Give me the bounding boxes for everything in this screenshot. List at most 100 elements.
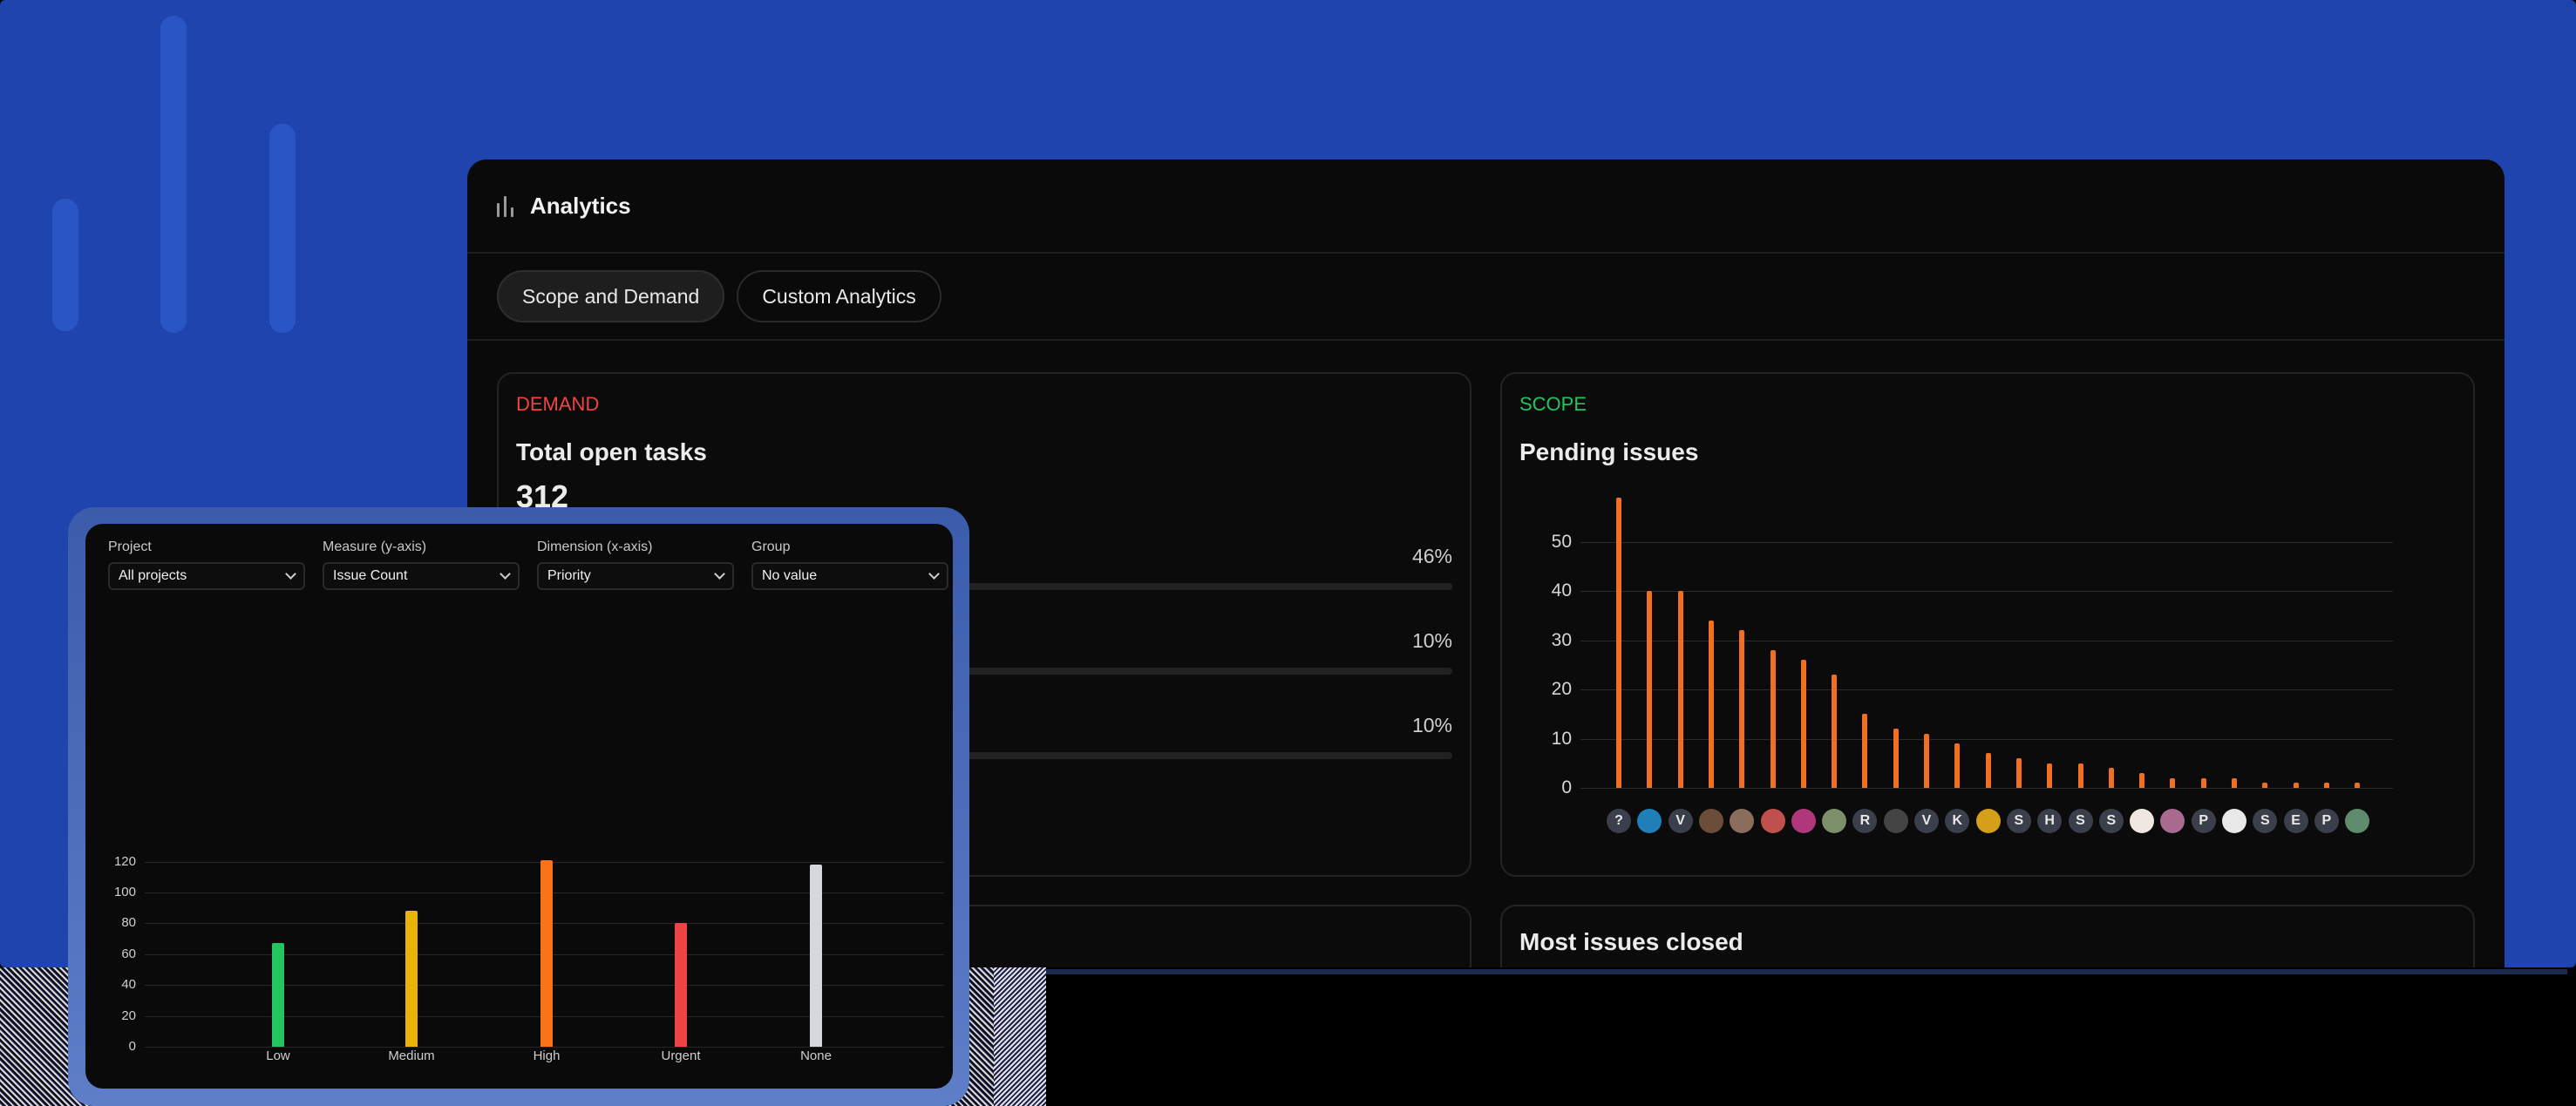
grid-line <box>145 1047 944 1048</box>
chart-bar <box>2015 758 2022 788</box>
filter-label: Project <box>108 539 152 554</box>
avatar: S <box>2098 809 2124 833</box>
avatar: P <box>2191 809 2216 833</box>
filter-label: Measure (y-axis) <box>323 539 427 554</box>
chart-bar <box>2139 773 2145 788</box>
x-tick-label: Low <box>266 1048 290 1063</box>
avatar <box>1730 809 1755 833</box>
demand-row-percent: 10% <box>1411 714 1452 736</box>
custom-analytics-panel: Project All projects Measure (y-axis) Is… <box>85 524 953 1089</box>
chart-bar <box>1954 743 1961 788</box>
chevron-down-icon <box>500 568 511 580</box>
select-value: Priority <box>547 568 591 583</box>
chart-bar <box>1893 729 1899 788</box>
grid-line <box>1580 541 2393 543</box>
grid-line <box>1580 738 2393 740</box>
y-tick-label: 100 <box>113 885 136 899</box>
scope-tag: SCOPE <box>1519 393 1587 415</box>
avatar <box>1975 809 2001 833</box>
chevron-down-icon <box>714 568 725 580</box>
chart-bar <box>272 943 284 1047</box>
avatar: P <box>2314 809 2339 833</box>
y-tick-label: 80 <box>121 915 136 931</box>
chart-bar <box>405 911 418 1047</box>
demand-row-percent: 46% <box>1411 545 1452 567</box>
decorative-bar <box>269 124 296 333</box>
avatar <box>2160 809 2185 833</box>
group-select[interactable]: No value <box>751 562 948 590</box>
chart-bar <box>1708 620 1714 788</box>
chart-bar <box>1739 630 1745 788</box>
window-header: Analytics <box>467 159 2505 254</box>
chart-bar <box>1800 660 1806 788</box>
chart-bar <box>2108 768 2114 788</box>
y-tick-label: 30 <box>1551 629 1572 650</box>
tab-custom-analytics[interactable]: Custom Analytics <box>737 270 941 322</box>
chart-bar <box>810 865 822 1047</box>
avatar: ? <box>1607 809 1631 833</box>
chart-bar <box>2293 783 2299 788</box>
divider <box>1046 969 2567 974</box>
chart-bar <box>1677 591 1683 788</box>
measure-select[interactable]: Issue Count <box>323 562 520 590</box>
demand-title: Total open tasks <box>516 438 707 465</box>
chart-bar <box>1616 497 1621 788</box>
chart-bar <box>2077 763 2083 788</box>
y-tick-label: 20 <box>1551 679 1572 699</box>
dimension-select[interactable]: Priority <box>537 562 734 590</box>
x-tick-label: High <box>533 1048 561 1063</box>
avatar <box>2130 809 2155 833</box>
chart-bar <box>2200 777 2206 788</box>
dimension-filter: Dimension (x-axis) Priority <box>537 539 734 590</box>
y-tick-label: 20 <box>121 1008 136 1023</box>
scope-title: Pending issues <box>1519 438 1699 465</box>
select-value: Issue Count <box>333 568 408 583</box>
x-tick-label: None <box>800 1048 832 1063</box>
avatar: R <box>1852 809 1878 833</box>
scope-card: SCOPE Pending issues 0 10 20 30 40 50? V R V K S H S… <box>1500 372 2475 877</box>
avatar <box>1883 809 1908 833</box>
select-value: No value <box>762 568 818 583</box>
bar-chart-icon <box>497 194 516 217</box>
avatar <box>2222 809 2246 833</box>
avatar <box>1637 809 1662 833</box>
filter-label: Group <box>751 539 791 554</box>
chart-bar <box>2170 777 2176 788</box>
avatar: E <box>2283 809 2308 833</box>
project-select[interactable]: All projects <box>108 562 305 590</box>
page-title: Analytics <box>530 192 631 219</box>
screenshot-stage: Analytics Scope and Demand Custom Analyt… <box>0 0 2576 1106</box>
demand-tag: DEMAND <box>516 393 600 415</box>
chevron-down-icon <box>285 568 296 580</box>
y-tick-label: 50 <box>1551 531 1572 552</box>
chart-bar <box>1862 714 1868 788</box>
chart-bar <box>2232 777 2237 788</box>
grid-line <box>1580 788 2393 789</box>
y-tick-label: 0 <box>1561 777 1572 797</box>
noise-pattern <box>994 967 1046 1106</box>
decorative-bar <box>160 16 187 333</box>
chart-bar <box>1770 649 1776 788</box>
grid-line <box>1580 689 2393 690</box>
decorative-bar <box>52 199 78 331</box>
grid-line <box>1580 591 2393 592</box>
y-tick-label: 120 <box>113 853 136 869</box>
project-filter: Project All projects <box>108 539 305 590</box>
avatar: V <box>1668 809 1693 833</box>
avatar: H <box>2037 809 2063 833</box>
chart-bar <box>540 859 553 1047</box>
avatar <box>1698 809 1723 833</box>
chart-bar <box>2355 783 2361 788</box>
chevron-down-icon <box>928 568 940 580</box>
chart-bar <box>2323 783 2329 788</box>
most-issues-closed-card: Most issues closed <box>1500 905 2475 967</box>
y-tick-label: 60 <box>121 946 136 961</box>
chart-bar <box>675 923 687 1047</box>
x-tick-label: Urgent <box>661 1048 701 1063</box>
x-tick-label: Medium <box>388 1048 435 1063</box>
avatar <box>1822 809 1847 833</box>
tab-bar: Scope and Demand Custom Analytics <box>467 254 2505 341</box>
y-tick-label: 0 <box>128 1039 136 1054</box>
avatar <box>1760 809 1785 833</box>
tab-scope-and-demand[interactable]: Scope and Demand <box>497 270 725 322</box>
